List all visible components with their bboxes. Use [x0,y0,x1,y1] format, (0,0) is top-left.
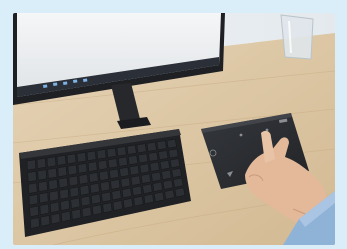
keyboard-key [143,193,154,205]
keyboard-key [38,180,48,192]
keyboard-key [166,139,177,149]
keyboard-key [123,198,134,209]
keyboard-key [46,156,57,168]
keyboard-key [69,186,80,198]
keyboard-key [101,191,112,203]
keyboard-key [130,175,141,186]
keyboard-key [68,175,79,187]
glass [280,14,314,60]
keyboard-key [109,168,119,179]
keyboard-key [162,179,174,190]
keyboard-key [151,171,162,182]
keyboard-key [59,188,69,200]
keyboard-key [174,187,186,198]
keyboard-key [76,152,87,163]
keyboard-key [79,184,90,196]
keyboard-key [50,212,61,225]
keyboard-key [146,141,157,152]
keyboard-key [111,189,122,201]
keyboard-key [28,182,38,194]
keyboard-key [112,200,123,211]
keyboard-key [154,191,165,202]
keyboard-key [49,201,60,213]
keyboard-key [89,183,100,194]
keyboard-key [159,160,170,170]
keyboard-key [91,193,101,205]
keyboard-key [118,156,128,167]
keyboard-key [133,196,144,207]
keyboard-key [56,155,67,166]
keyboard-key [102,202,113,214]
keyboard-key [106,147,117,158]
keyboard-key [40,215,51,227]
keyboard-key [99,170,109,181]
keyboard-key [164,189,175,200]
keyboard-key [138,153,149,164]
keyboard-key [149,161,160,172]
keyboard-key [88,172,99,183]
keyboard-key [80,195,91,207]
keyboard-key [87,161,98,172]
keyboard-key [158,150,169,160]
keyboard-key [28,194,39,206]
keyboard-key [81,206,92,218]
keyboard-key [39,203,50,216]
keyboard-key [78,173,89,185]
keyboard-key [96,149,107,160]
keyboard-key [77,163,88,174]
keyboard-key [168,148,179,159]
keyboard-key [97,159,108,171]
keyboard-key [171,168,182,178]
keyboard-key [71,208,82,220]
keyboard-key [121,187,132,199]
keyboard-key [173,177,184,188]
keyboard-key [37,169,47,181]
keyboard-key [60,199,70,211]
keyboard-key [169,158,181,168]
keyboard-key [92,204,102,216]
keyboard-key [110,179,121,190]
keyboard-key [136,143,147,154]
keyboard-key [48,179,58,191]
keyboard-key [100,181,110,192]
keyboard-key [58,177,69,189]
keyboard-key [49,190,59,202]
keyboard-key [57,166,68,177]
image-frame [0,0,347,249]
keyboard-key [30,217,40,229]
keyboard-key [148,151,159,162]
keyboard-key [152,181,163,192]
keyboard-key [140,173,151,184]
keyboard-key [38,192,49,204]
keyboard-key [116,146,127,157]
product-photo [13,13,335,245]
keyboard-key [156,140,167,150]
keyboard-key [47,167,57,179]
keyboard-key [107,158,118,169]
keyboard-key [142,183,153,194]
keyboard-key [67,164,78,176]
keyboard-key [132,185,143,196]
keyboard-key [128,155,138,165]
keyboard-key [26,159,37,171]
keyboard-key [120,177,131,188]
keyboard-key [29,205,39,218]
keyboard-key [66,153,77,165]
keyboard-key [161,169,172,180]
keyboard-key [27,171,37,183]
keyboard-key [126,144,137,155]
keyboard-key [86,150,97,161]
keyboard-key [129,165,140,176]
keyboard-key [139,163,150,174]
keyboard-key [36,158,47,169]
keyboard-key [61,210,71,223]
keyboard-key [119,167,130,178]
keyboard-key [70,197,81,209]
